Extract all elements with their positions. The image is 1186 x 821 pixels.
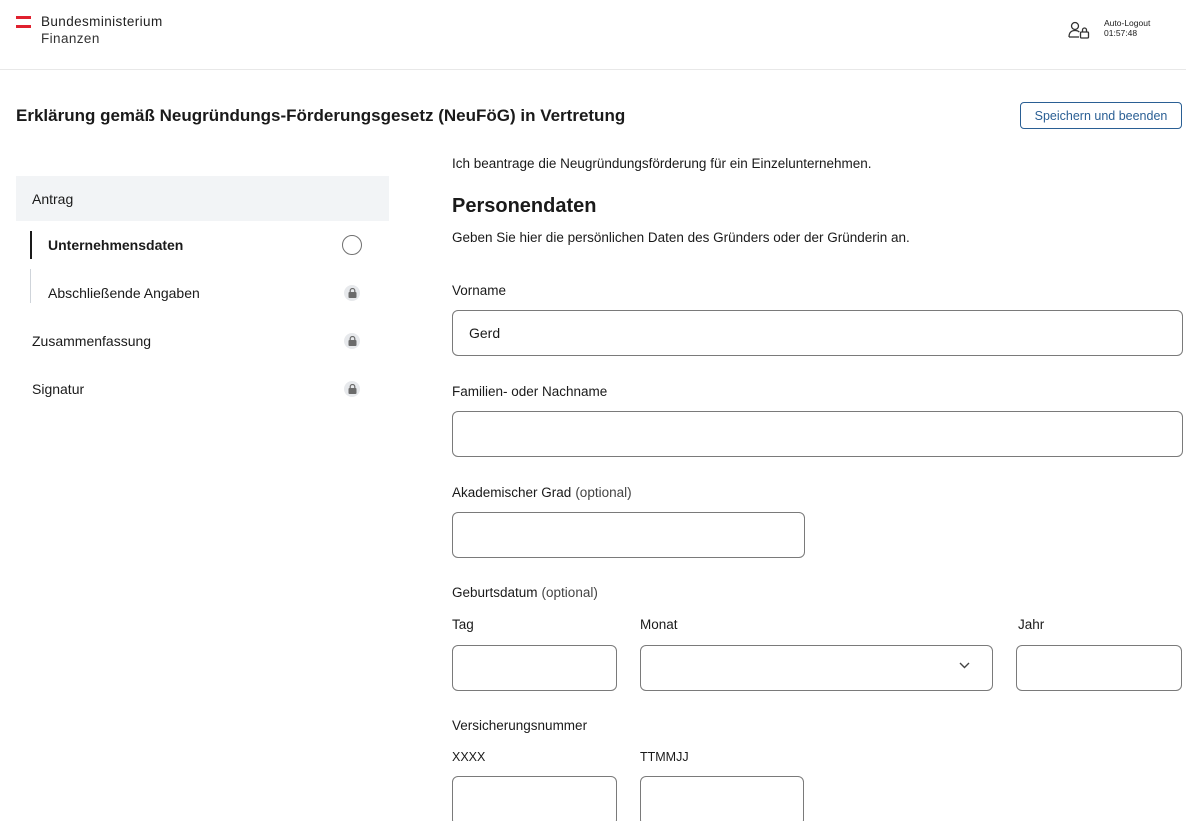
auto-logout-timer: Auto-Logout 01:57:48 bbox=[1104, 18, 1150, 38]
nachname-label: Familien- oder Nachname bbox=[452, 384, 608, 399]
sidebar-item-label: Unternehmensdaten bbox=[48, 237, 184, 253]
tag-label: Tag bbox=[452, 617, 474, 632]
section-description: Geben Sie hier die persönlichen Daten de… bbox=[452, 230, 910, 245]
sidebar-section-antrag[interactable]: Antrag bbox=[16, 176, 389, 221]
optional-hint: (optional) bbox=[575, 485, 632, 500]
app-header: Bundesministerium Finanzen Auto-Logout 0… bbox=[0, 0, 1186, 70]
vorname-label: Vorname bbox=[452, 283, 507, 298]
sidebar-item-signatur: Signatur bbox=[16, 365, 389, 413]
lock-icon bbox=[344, 381, 360, 397]
monat-select[interactable] bbox=[640, 645, 993, 691]
chevron-down-icon bbox=[959, 662, 970, 669]
jahr-input[interactable] bbox=[1016, 645, 1182, 691]
sidebar-item-label: Abschließende Angaben bbox=[48, 285, 200, 301]
sidebar-item-unternehmensdaten[interactable]: Unternehmensdaten bbox=[16, 221, 389, 269]
active-indicator bbox=[30, 231, 32, 259]
akademischer-grad-label: Akademischer Grad (optional) bbox=[452, 485, 632, 500]
versicherungsnummer-label: Versicherungsnummer bbox=[452, 718, 588, 733]
page-title: Erklärung gemäß Neugründungs-Förderungsg… bbox=[16, 106, 626, 125]
optional-hint: (optional) bbox=[541, 585, 598, 600]
geburtsdatum-label: Geburtsdatum (optional) bbox=[452, 585, 598, 600]
brand-name-line2: Finanzen bbox=[41, 31, 100, 46]
austria-flag-icon bbox=[16, 16, 31, 47]
progress-circle-icon bbox=[342, 235, 362, 255]
auto-logout-time: 01:57:48 bbox=[1104, 28, 1138, 38]
save-and-exit-button[interactable]: Speichern und beenden bbox=[1020, 102, 1182, 129]
sidebar-item-label: Zusammenfassung bbox=[32, 333, 152, 349]
tag-input[interactable] bbox=[452, 645, 617, 691]
auto-logout-label: Auto-Logout bbox=[1104, 18, 1151, 28]
sidebar-item-abschliessende-angaben: Abschließende Angaben bbox=[16, 269, 389, 317]
geburtsdatum-label-text: Geburtsdatum bbox=[452, 585, 538, 600]
versicherungsnummer-xxxx-input[interactable] bbox=[452, 776, 617, 821]
nav-rail bbox=[30, 269, 31, 303]
jahr-label: Jahr bbox=[1018, 617, 1045, 632]
versicherungsnummer-ttmmjj-input[interactable] bbox=[640, 776, 804, 821]
sidebar-item-label: Signatur bbox=[32, 381, 85, 397]
lock-icon bbox=[344, 285, 360, 301]
vorname-input[interactable] bbox=[452, 310, 1183, 356]
ttmmjj-label: TTMMJJ bbox=[640, 750, 689, 764]
xxxx-label: XXXX bbox=[452, 750, 486, 764]
akademischer-grad-label-text: Akademischer Grad bbox=[452, 485, 572, 500]
nachname-input[interactable] bbox=[452, 411, 1183, 457]
monat-label: Monat bbox=[640, 617, 678, 632]
step-navigation: Antrag Unternehmensdaten Abschließende A… bbox=[16, 176, 389, 413]
lock-icon bbox=[344, 333, 360, 349]
sidebar-item-zusammenfassung: Zusammenfassung bbox=[16, 317, 389, 365]
brand-name-line1: Bundesministerium bbox=[41, 14, 163, 29]
bmf-logo[interactable]: Bundesministerium Finanzen bbox=[16, 13, 163, 47]
intro-text: Ich beantrage die Neugründungsförderung … bbox=[452, 156, 872, 171]
user-lock-icon[interactable] bbox=[1068, 21, 1090, 39]
section-title: Personendaten bbox=[452, 195, 597, 217]
akademischer-grad-input[interactable] bbox=[452, 512, 805, 558]
